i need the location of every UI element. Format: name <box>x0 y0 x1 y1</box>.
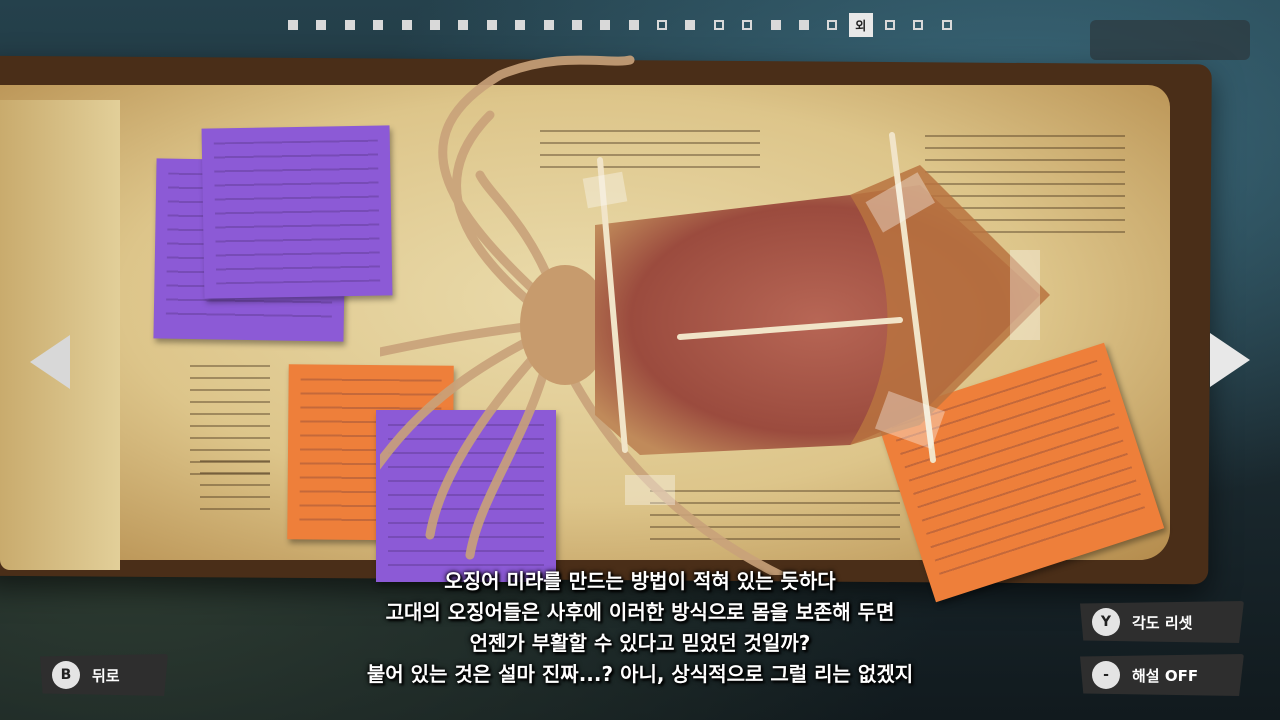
b-button-icon: B <box>52 661 80 689</box>
progress-dot <box>429 20 440 30</box>
handwriting-note <box>200 460 270 510</box>
previous-page-arrow-icon[interactable] <box>30 335 70 389</box>
progress-dot <box>685 20 696 30</box>
subtitle-line: 오징어 미라를 만드는 방법이 적혀 있는 듯하다 <box>444 569 836 593</box>
page-progress: 외 <box>288 13 970 37</box>
progress-dot <box>288 20 298 30</box>
progress-dot <box>770 20 781 30</box>
next-page-arrow-icon[interactable] <box>1210 333 1250 387</box>
progress-dot-current: 외 <box>848 13 873 37</box>
minus-button-icon: - <box>1092 661 1120 689</box>
back-button-label: 뒤로 <box>92 666 120 685</box>
progress-dot <box>742 20 753 30</box>
progress-dot <box>571 20 582 30</box>
progress-dot <box>713 20 724 30</box>
progress-dot <box>799 20 810 30</box>
background-sign <box>1090 20 1250 60</box>
progress-dot <box>458 20 469 30</box>
reset-angle-label: 각도 리셋 <box>1132 613 1193 632</box>
dried-squid-image <box>380 55 1050 575</box>
commentary-toggle-label: 해설 OFF <box>1132 666 1199 685</box>
progress-dot <box>628 20 639 30</box>
progress-dot <box>401 20 412 30</box>
progress-dot <box>913 20 924 30</box>
progress-dot <box>600 20 611 30</box>
progress-dot <box>543 20 554 30</box>
progress-dot <box>884 20 895 30</box>
handwriting-note <box>190 365 270 475</box>
progress-dot <box>941 20 952 30</box>
reset-angle-button[interactable]: Y 각도 리셋 <box>1080 601 1244 643</box>
progress-dot <box>515 20 526 30</box>
y-button-icon: Y <box>1092 608 1120 636</box>
commentary-toggle-button[interactable]: - 해설 OFF <box>1080 654 1244 696</box>
progress-dot <box>486 20 497 30</box>
back-button[interactable]: B 뒤로 <box>40 654 168 696</box>
progress-dot <box>827 20 838 30</box>
progress-dot <box>373 20 384 30</box>
progress-dot <box>316 20 327 30</box>
progress-dot <box>657 20 668 30</box>
progress-dot <box>344 20 355 30</box>
sticky-note-purple <box>201 125 393 299</box>
